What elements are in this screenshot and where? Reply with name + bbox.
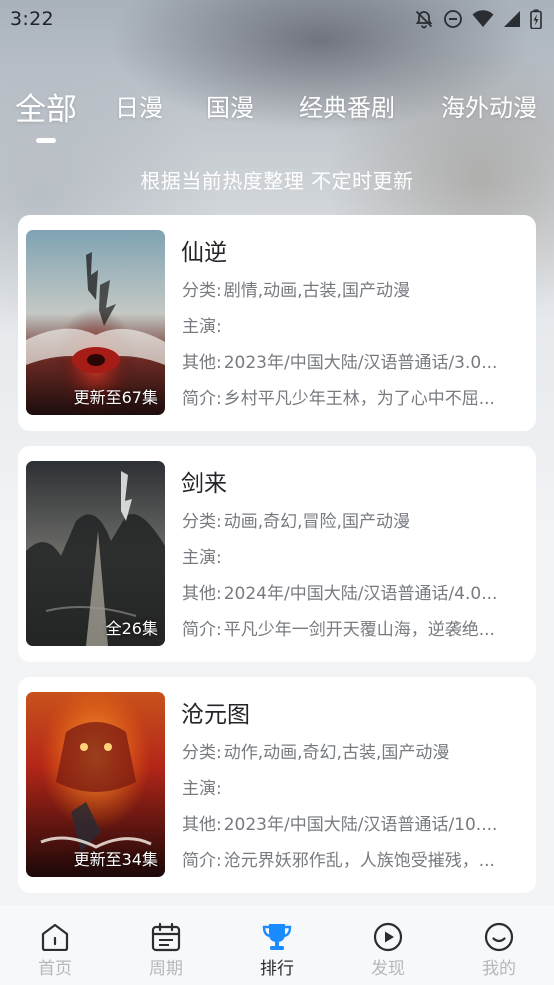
nav-ranking-label: 排行 bbox=[260, 959, 294, 979]
other-row: 其他: 2023年/中国大陆/汉语普通话/3.0... bbox=[182, 348, 526, 373]
category-row: 分类: 剧情,动画,古装,国产动漫 bbox=[182, 276, 526, 301]
tab-japanese-anime[interactable]: 日漫 bbox=[115, 88, 163, 123]
category-row: 分类: 动画,奇幻,冒险,国产动漫 bbox=[182, 507, 526, 532]
intro-row: 简介: 平凡少年一剑开天覆山海，逆袭绝... bbox=[182, 615, 526, 640]
bottom-nav: 首页 周期 排行 发现 我的 bbox=[0, 905, 554, 985]
cast-row: 主演: bbox=[182, 774, 526, 799]
calendar-icon bbox=[151, 922, 181, 952]
tab-classic-series[interactable]: 经典番剧 bbox=[299, 88, 395, 123]
category-tabs: 全部 日漫 国漫 经典番剧 海外动漫 bbox=[0, 88, 554, 148]
episode-badge: 更新至67集 bbox=[73, 388, 158, 407]
intro-value: 沧元界妖邪作乱，人族饱受摧残，... bbox=[223, 851, 495, 871]
poster-image[interactable]: 全26集 bbox=[26, 461, 165, 646]
ranking-subtitle: 根据当前热度整理 不定时更新 bbox=[140, 169, 414, 193]
status-time: 3:22 bbox=[10, 8, 54, 30]
card-title[interactable]: 仙逆 bbox=[181, 233, 227, 267]
category-label: 分类: bbox=[182, 743, 222, 763]
category-value: 动画,奇幻,冒险,国产动漫 bbox=[223, 512, 410, 532]
other-label: 其他: bbox=[182, 584, 222, 604]
other-label: 其他: bbox=[182, 353, 222, 373]
poster-image[interactable]: 更新至67集 bbox=[26, 230, 165, 415]
tab-overseas-anime[interactable]: 海外动漫 bbox=[441, 88, 537, 123]
nav-home[interactable]: 首页 bbox=[0, 905, 110, 985]
nav-profile[interactable]: 我的 bbox=[444, 905, 554, 985]
nav-profile-label: 我的 bbox=[482, 959, 516, 979]
episode-badge: 全26集 bbox=[105, 619, 158, 638]
nav-discover[interactable]: 发现 bbox=[333, 905, 443, 985]
other-value: 2023年/中国大陆/汉语普通话/10.... bbox=[223, 815, 498, 835]
card-title[interactable]: 沧元图 bbox=[181, 695, 250, 729]
play-circle-icon bbox=[373, 922, 403, 952]
intro-label: 简介: bbox=[182, 620, 222, 640]
intro-label: 简介: bbox=[182, 389, 222, 409]
other-row: 其他: 2023年/中国大陆/汉语普通话/10.... bbox=[182, 810, 526, 835]
tab-all[interactable]: 全部 bbox=[15, 84, 77, 129]
intro-value: 乡村平凡少年王林，为了心中不屈... bbox=[223, 389, 495, 409]
status-icons bbox=[414, 9, 542, 29]
cast-row: 主演: bbox=[182, 312, 526, 337]
profile-smile-icon bbox=[484, 922, 514, 952]
category-value: 动作,动画,奇幻,古装,国产动漫 bbox=[223, 743, 450, 763]
poster-image[interactable]: 更新至34集 bbox=[26, 692, 165, 877]
category-label: 分类: bbox=[182, 281, 222, 301]
ranking-card[interactable]: 全26集 剑来 分类: 动画,奇幻,冒险,国产动漫 主演: 其他: 2024年/中国… bbox=[18, 446, 536, 662]
trophy-icon bbox=[261, 922, 293, 952]
other-label: 其他: bbox=[182, 815, 222, 835]
cast-row: 主演: bbox=[182, 543, 526, 568]
ranking-card[interactable]: 更新至34集 沧元图 分类: 动作,动画,奇幻,古装,国产动漫 主演: 其他: 20… bbox=[18, 677, 536, 893]
nav-home-label: 首页 bbox=[38, 959, 72, 979]
intro-value: 平凡少年一剑开天覆山海，逆袭绝... bbox=[223, 620, 495, 640]
intro-row: 简介: 乡村平凡少年王林，为了心中不屈... bbox=[182, 384, 526, 409]
nav-schedule-label: 周期 bbox=[149, 959, 183, 979]
episode-badge: 更新至34集 bbox=[73, 850, 158, 869]
status-bar: 3:22 bbox=[0, 0, 554, 38]
home-icon bbox=[40, 922, 70, 952]
tab-active-indicator bbox=[36, 138, 56, 143]
do-not-disturb-icon bbox=[443, 9, 463, 29]
nav-ranking[interactable]: 排行 bbox=[222, 905, 332, 985]
notifications-off-icon bbox=[414, 9, 434, 29]
nav-discover-label: 发现 bbox=[371, 959, 405, 979]
other-row: 其他: 2024年/中国大陆/汉语普通话/4.0... bbox=[182, 579, 526, 604]
battery-icon bbox=[530, 9, 542, 29]
cast-label: 主演: bbox=[182, 779, 222, 799]
tab-chinese-anime[interactable]: 国漫 bbox=[206, 88, 254, 123]
category-row: 分类: 动作,动画,奇幻,古装,国产动漫 bbox=[182, 738, 526, 763]
cast-label: 主演: bbox=[182, 548, 222, 568]
cast-label: 主演: bbox=[182, 317, 222, 337]
nav-schedule[interactable]: 周期 bbox=[111, 905, 221, 985]
signal-icon bbox=[503, 10, 521, 28]
wifi-icon bbox=[472, 10, 494, 28]
category-label: 分类: bbox=[182, 512, 222, 532]
other-value: 2024年/中国大陆/汉语普通话/4.0... bbox=[223, 584, 498, 604]
intro-row: 简介: 沧元界妖邪作乱，人族饱受摧残，... bbox=[182, 846, 526, 871]
intro-label: 简介: bbox=[182, 851, 222, 871]
ranking-card[interactable]: 更新至67集 仙逆 分类: 剧情,动画,古装,国产动漫 主演: 其他: 2023年/… bbox=[18, 215, 536, 431]
card-title[interactable]: 剑来 bbox=[181, 464, 227, 498]
other-value: 2023年/中国大陆/汉语普通话/3.0... bbox=[223, 353, 498, 373]
category-value: 剧情,动画,古装,国产动漫 bbox=[223, 281, 410, 301]
